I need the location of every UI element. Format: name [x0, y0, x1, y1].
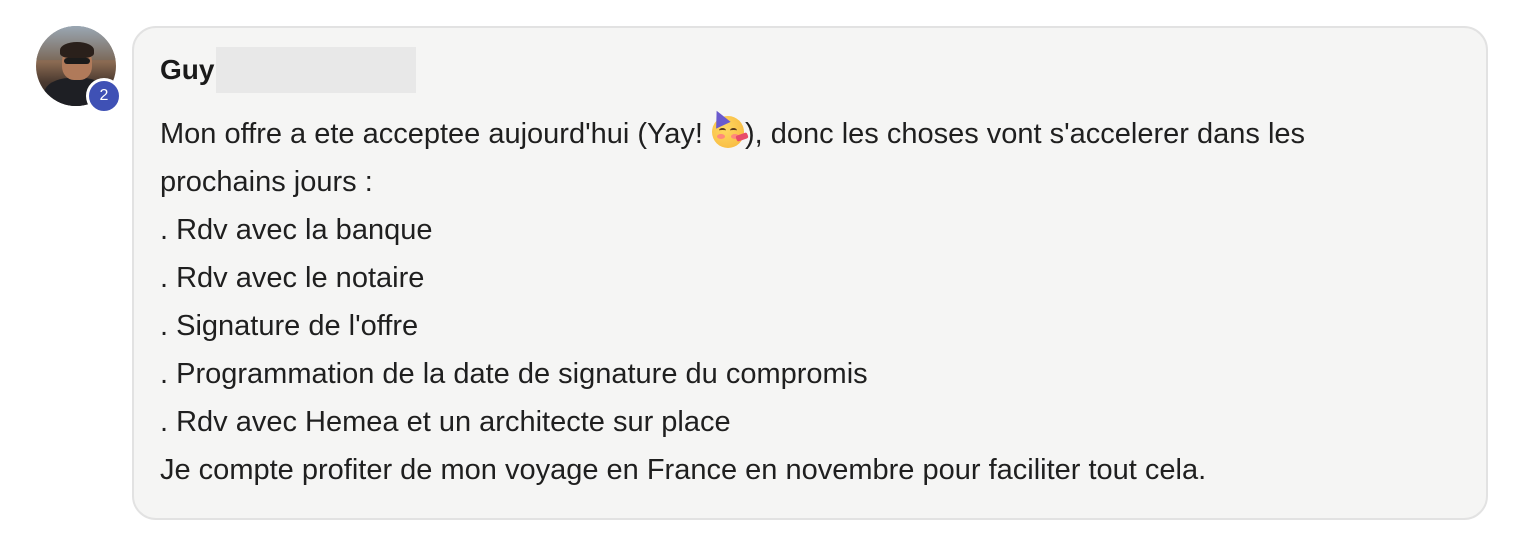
comment-line-1-end: ), donc les choses vont s'accelerer dans… — [744, 118, 1306, 150]
avatar-hair — [60, 42, 94, 58]
comment-line-2: prochains jours : — [160, 166, 373, 198]
comment-bubble: Guy Mon offre a ete acceptee aujourd'hui… — [132, 26, 1488, 520]
comment-line-3: . Rdv avec la banque — [160, 214, 433, 246]
comment-author-line: Guy — [160, 46, 1460, 94]
comment-line-1-start: Mon offre a ete acceptee aujourd'hui (Ya… — [160, 118, 711, 150]
avatar-level-badge: 2 — [86, 78, 122, 114]
comment-line-1: Mon offre a ete acceptee aujourd'hui (Ya… — [160, 107, 1460, 158]
partying-face-emoji-icon — [709, 107, 749, 148]
comment-line-8: Je compte profiter de mon voyage en Fran… — [160, 454, 1207, 486]
comment-row: 2 Guy Mon offre a ete acceptee aujourd'h… — [0, 0, 1518, 540]
comment-line-5: . Signature de l'offre — [160, 310, 419, 342]
comment-body: Mon offre a ete acceptee aujourd'hui (Ya… — [160, 107, 1460, 494]
author-avatar-wrapper[interactable]: 2 — [36, 26, 122, 114]
comment-line-4: . Rdv avec le notaire — [160, 262, 425, 294]
author-name[interactable]: Guy — [160, 54, 214, 86]
comment-line-7: . Rdv avec Hemea et un architecte sur pl… — [160, 406, 731, 438]
author-name-redacted — [216, 47, 417, 93]
avatar-glasses — [64, 58, 90, 64]
comment-line-6: . Programmation de la date de signature … — [160, 358, 868, 390]
